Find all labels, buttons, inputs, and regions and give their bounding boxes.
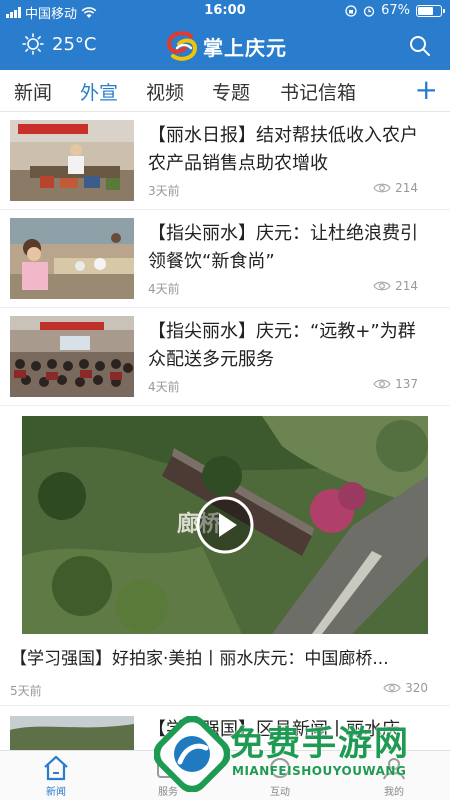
eye-icon [373,379,391,389]
tab-external[interactable]: 外宣 [80,78,118,105]
news-thumbnail [10,120,134,201]
tab-special[interactable]: 专题 [212,78,250,105]
status-bar: 中国移动 16:00 67% [0,0,450,22]
home-icon [44,755,68,781]
view-count-value: 320 [405,681,428,695]
news-time: 4天前 [148,380,180,394]
news-time: 3天前 [148,184,180,198]
sun-icon [22,33,44,55]
nav-interact[interactable]: 互动 [250,755,310,798]
nav-label: 新闻 [46,787,66,798]
search-button[interactable] [408,34,432,58]
category-tabs: 新闻 外宣 视频 专题 书记信箱 + [0,70,450,112]
video-thumbnail[interactable]: 廊桥 [22,416,428,634]
eye-icon [373,281,391,291]
view-count-value: 137 [395,377,418,391]
view-count-value: 214 [395,279,418,293]
news-item[interactable]: 【指尖丽水】庆元：让杜绝浪费引领餐饮“新食尚” 4天前 214 [0,210,450,308]
news-title: 【指尖丽水】庆元：“远教+”为群众配送多元服务 [148,321,416,370]
bottom-nav: 新闻 服务 互动 我的 [0,750,450,800]
nav-news[interactable]: 新闻 [26,755,86,798]
tab-news[interactable]: 新闻 [14,78,52,105]
logo-icon [166,31,198,61]
news-item[interactable]: 【学习强国】区县新闻丨丽水庆 [0,716,450,750]
add-tab-button[interactable]: + [415,76,438,104]
video-time: 5天前 [10,684,42,698]
view-count: 320 [383,681,428,695]
temperature: 25°C [52,33,97,55]
news-item[interactable]: 【丽水日报】结对帮扶低收入农户 农产品销售点助农增收 3天前 214 [0,112,450,210]
interact-icon [270,758,290,778]
battery-fill [418,6,433,15]
news-thumbnail [10,316,134,397]
view-count: 137 [373,377,418,391]
play-button[interactable] [196,496,254,554]
profile-icon [383,758,405,780]
nav-label: 我的 [384,787,404,798]
service-icon [157,758,179,778]
weather[interactable]: 25°C [22,33,96,55]
play-icon [196,496,254,554]
news-item[interactable]: 【指尖丽水】庆元：“远教+”为群众配送多元服务 4天前 137 [0,308,450,406]
search-icon [410,36,430,56]
news-title: 【指尖丽水】庆元：让杜绝浪费引领餐饮“新食尚” [148,223,418,272]
battery-icon [416,4,445,17]
battery-percent: 67% [381,3,410,18]
tab-video[interactable]: 视频 [146,78,184,105]
status-right: 67% [345,3,445,18]
brand: 掌上庆元 [165,30,287,62]
news-title: 【学习强国】区县新闻丨丽水庆 [148,719,400,740]
news-thumbnail [10,218,134,299]
video-title: 【学习强国】好拍家·美拍丨丽水庆元：中国廊桥... [10,649,389,669]
nav-label: 服务 [158,787,178,798]
brand-title: 掌上庆元 [203,35,287,60]
video-item[interactable]: 廊桥 【学习强国】好拍家·美拍丨丽水庆元：中国廊桥... 5天前 320 [0,406,450,706]
news-thumbnail [10,716,134,750]
app-header: 25°C 掌上庆元 [0,22,450,70]
news-time: 4天前 [148,282,180,296]
news-feed[interactable]: 【丽水日报】结对帮扶低收入农户 农产品销售点助农增收 3天前 214 【指尖丽水… [0,112,450,750]
eye-icon [373,183,391,193]
eye-icon [383,683,401,693]
nav-label: 互动 [270,787,290,798]
tab-secretary-mailbox[interactable]: 书记信箱 [280,78,356,105]
nav-service[interactable]: 服务 [138,755,198,798]
rotation-lock-icon [345,4,357,17]
view-count: 214 [373,181,418,195]
nav-profile[interactable]: 我的 [364,755,424,798]
news-title: 【丽水日报】结对帮扶低收入农户 农产品销售点助农增收 [148,125,418,174]
view-count-value: 214 [395,181,418,195]
alarm-icon [363,5,375,17]
view-count: 214 [373,279,418,293]
